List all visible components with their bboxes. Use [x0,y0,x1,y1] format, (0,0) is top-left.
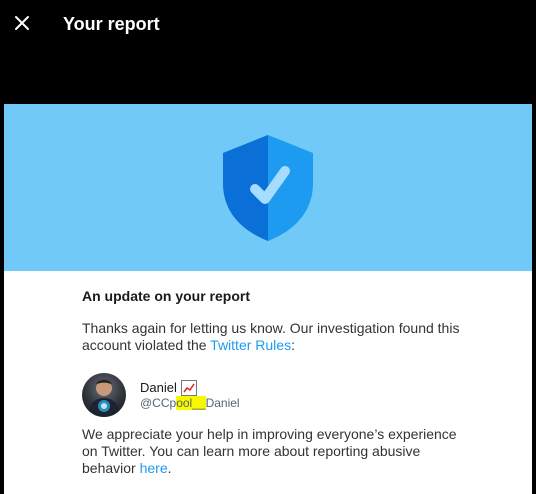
user-handle: @CCpool__Daniel [140,396,240,411]
reported-user[interactable]: Daniel @CCpool__Daniel [82,369,462,419]
modal-title: Your report [63,14,160,34]
report-message-suffix: : [291,337,295,353]
banner [4,104,532,271]
user-display-name: Daniel [140,380,177,395]
close-icon [15,16,29,30]
report-card: An update on your report Thanks again fo… [4,104,532,494]
learn-more-link[interactable]: here [140,460,168,476]
report-heading: An update on your report [82,288,250,304]
appreciation-message: We appreciate your help in improving eve… [82,426,462,477]
close-button[interactable] [8,7,36,39]
handle-end: Daniel [205,396,240,410]
report-content: An update on your report Thanks again fo… [82,287,462,476]
user-name: Daniel [140,380,197,396]
handle-highlight: ool__ [176,396,206,410]
chart-increasing-icon [180,380,197,396]
appreciation-suffix: . [167,460,172,476]
modal-header: Your report [0,0,536,48]
avatar [82,373,126,417]
report-modal: Your report An update on your report Tha… [0,0,536,494]
handle-start: @CCp [140,396,177,410]
shield-check-icon [223,135,313,241]
report-message: Thanks again for letting us know. Our in… [82,320,462,354]
appreciation-text: We appreciate your help in improving eve… [82,426,457,476]
twitter-rules-link[interactable]: Twitter Rules [210,337,291,353]
avatar-image [88,379,120,417]
